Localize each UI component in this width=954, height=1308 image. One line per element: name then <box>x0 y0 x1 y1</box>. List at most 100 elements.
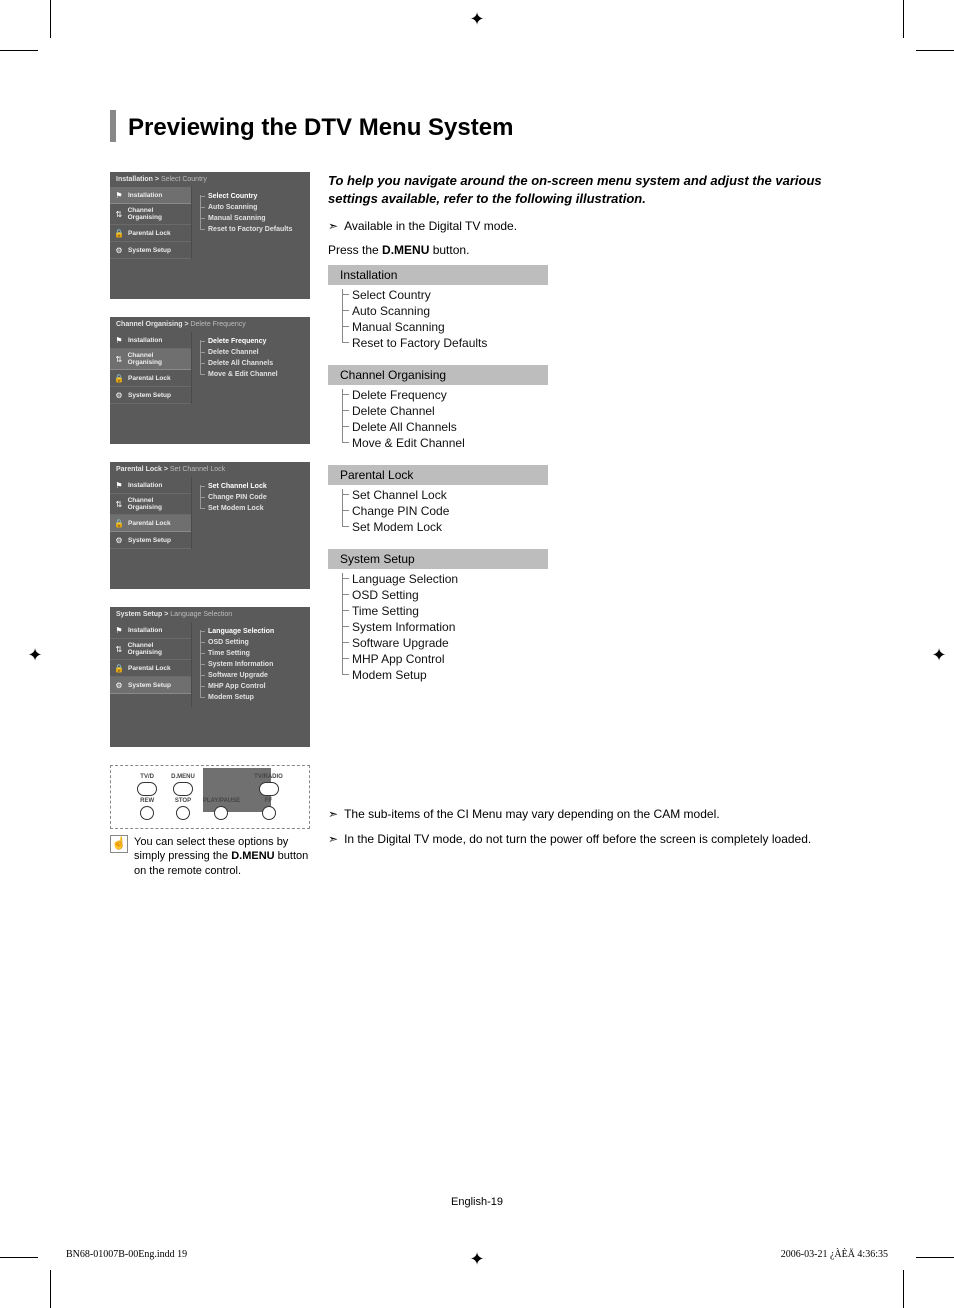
flag-icon: ⚑ <box>114 625 124 635</box>
menu-left-item: 🔒Parental Lock <box>110 660 191 677</box>
menu-tree-item: Set Modem Lock <box>344 519 548 535</box>
menu-tree-item: OSD Setting <box>344 587 548 603</box>
menu-tree-head: Installation <box>328 265 548 285</box>
note-text: In the Digital TV mode, do not turn the … <box>344 832 811 846</box>
menu-left-item: ⇅ Channel Organising <box>110 494 191 515</box>
menu-tree-item: Auto Scanning <box>344 303 548 319</box>
menu-tree-items: Language SelectionOSD SettingTime Settin… <box>328 569 548 683</box>
menu-screenshot: Parental Lock > Set Channel Lock ⚑ Install… <box>110 462 310 589</box>
menu-breadcrumb: System Setup > Language Selection <box>110 607 310 622</box>
registration-mark-icon: ✦ <box>468 10 486 28</box>
menu-screenshot: Installation > Select Country⚑Installati… <box>110 172 310 299</box>
menu-tree-item: Set Channel Lock <box>344 487 548 503</box>
remote-label: REW <box>140 798 154 804</box>
print-timestamp: 2006-03-21 ¿ÀÈÄ 4:36:35 <box>781 1249 888 1260</box>
menu-tree-item: Delete Channel <box>344 403 548 419</box>
note-text: The sub-items of the CI Menu may vary de… <box>344 807 720 821</box>
remote-label: PLAY/PAUSE <box>203 798 240 804</box>
remote-button-playpause <box>214 806 228 820</box>
menu-breadcrumb: Parental Lock > Set Channel Lock <box>110 462 310 477</box>
menu-tree-item: Change PIN Code <box>344 503 548 519</box>
menu-tree-head: System Setup <box>328 549 548 569</box>
registration-mark-icon: ✦ <box>26 646 44 664</box>
menu-left-item: ⚙System Setup <box>110 677 191 694</box>
swap-icon: ⇅ <box>114 209 124 219</box>
menu-right-item: Language Selection <box>198 626 304 637</box>
menu-tree-items: Delete FrequencyDelete ChannelDelete All… <box>328 385 548 451</box>
menu-left-label: System Setup <box>128 247 171 254</box>
menu-body: ⚑ Installation ⇅ Channel Organising 🔒 Parenta… <box>110 477 310 549</box>
crop-mark <box>903 1270 904 1308</box>
menu-tree-item: MHP App Control <box>344 651 548 667</box>
registration-mark-icon: ✦ <box>930 646 948 664</box>
arrow-icon: ➣ <box>328 219 338 233</box>
menu-left-item: 🔒 Parental Lock <box>110 515 191 532</box>
print-footer: BN68-01007B-00Eng.indd 19 2006-03-21 ¿ÀÈ… <box>66 1249 888 1260</box>
menu-tree-item: Software Upgrade <box>344 635 548 651</box>
remote-col-tvradio: TV/RADIO FF <box>254 774 283 820</box>
menu-left-item: ⇅Channel Organising <box>110 639 191 660</box>
menu-left-item: ⚙ System Setup <box>110 242 191 259</box>
menu-left-item: ⇅Channel Organising <box>110 349 191 370</box>
gear-icon: ⚙ <box>114 535 124 545</box>
crop-mark <box>916 1257 954 1258</box>
menu-breadcrumb: Channel Organising > Delete Frequency <box>110 317 310 332</box>
menu-right-item: Manual Scanning <box>198 213 304 224</box>
menu-left-item: ⚑ Installation <box>110 332 191 349</box>
crop-mark <box>0 50 38 51</box>
menu-tree-item: Language Selection <box>344 571 548 587</box>
lock-icon: 🔒 <box>114 373 124 383</box>
note-available: ➣ Available in the Digital TV mode. <box>328 219 844 233</box>
menu-left-label: Installation <box>128 482 162 489</box>
menu-tree-item: Move & Edit Channel <box>344 435 548 451</box>
menu-left-item: ⚑ Installation <box>110 477 191 494</box>
flag-icon: ⚑ <box>114 335 124 345</box>
menu-left-label: Installation <box>128 337 162 344</box>
lock-icon: 🔒 <box>114 518 124 528</box>
menu-left-label: Channel Organising <box>128 497 187 511</box>
remote-button-tvradio <box>259 782 279 796</box>
press-finger-icon: ☝ <box>110 835 128 853</box>
menu-left-item: 🔒Parental Lock <box>110 225 191 242</box>
menu-tree-item: Delete All Channels <box>344 419 548 435</box>
menu-tree-items: Set Channel LockChange PIN CodeSet Modem… <box>328 485 548 535</box>
menu-tree-head: Channel Organising <box>328 365 548 385</box>
menu-body: ⚑Installation⇅Channel Organising🔒Parenta… <box>110 622 310 707</box>
swap-icon: ⇅ <box>114 499 124 509</box>
menu-left-label: Channel Organising <box>128 352 187 366</box>
menu-tree-item: Reset to Factory Defaults <box>344 335 548 351</box>
menu-right-pane: Language SelectionOSD SettingTime Settin… <box>192 622 310 707</box>
menu-tree-block: InstallationSelect CountryAuto ScanningM… <box>328 265 844 351</box>
screenshots-column: Installation > Select Country⚑Installati… <box>110 172 310 878</box>
menu-right-item: System Information <box>198 659 304 670</box>
intro-text: To help you navigate around the on-scree… <box>328 172 844 207</box>
flag-icon: ⚑ <box>114 480 124 490</box>
remote-caption-text: You can select these options by simply p… <box>134 835 310 878</box>
instruction-text: Press the <box>328 243 382 257</box>
remote-label <box>221 774 223 780</box>
menu-right-pane: Set Channel LockChange PIN CodeSet Modem… <box>192 477 310 549</box>
menu-left-label: Parental Lock <box>128 665 171 672</box>
note-ci: ➣ The sub-items of the CI Menu may vary … <box>328 807 844 821</box>
page-title: Previewing the DTV Menu System <box>128 110 513 142</box>
gear-icon: ⚙ <box>114 245 124 255</box>
menu-right-item: Move & Edit Channel <box>198 369 304 380</box>
menu-left-item: ⚙System Setup <box>110 387 191 404</box>
menu-right-item: Auto Scanning <box>198 202 304 213</box>
note-power: ➣ In the Digital TV mode, do not turn th… <box>328 832 844 846</box>
menu-right-item: Set Channel Lock <box>198 481 304 492</box>
crop-mark <box>903 0 904 38</box>
menu-left-label: Parental Lock <box>128 520 171 527</box>
remote-col-tvd: TV/D REW <box>137 774 157 820</box>
instruction-bold: D.MENU <box>382 243 429 257</box>
menu-tree-item: Delete Frequency <box>344 387 548 403</box>
crop-mark <box>50 0 51 38</box>
menu-tree-item: Modem Setup <box>344 667 548 683</box>
crop-mark <box>50 1270 51 1308</box>
flag-icon: ⚑ <box>114 190 124 200</box>
remote-col-dmenu: D.MENU STOP <box>171 774 195 820</box>
menu-tree-block: Parental LockSet Channel LockChange PIN … <box>328 465 844 535</box>
lock-icon: 🔒 <box>114 228 124 238</box>
menu-tree-item: System Information <box>344 619 548 635</box>
instruction-text: button. <box>429 243 469 257</box>
